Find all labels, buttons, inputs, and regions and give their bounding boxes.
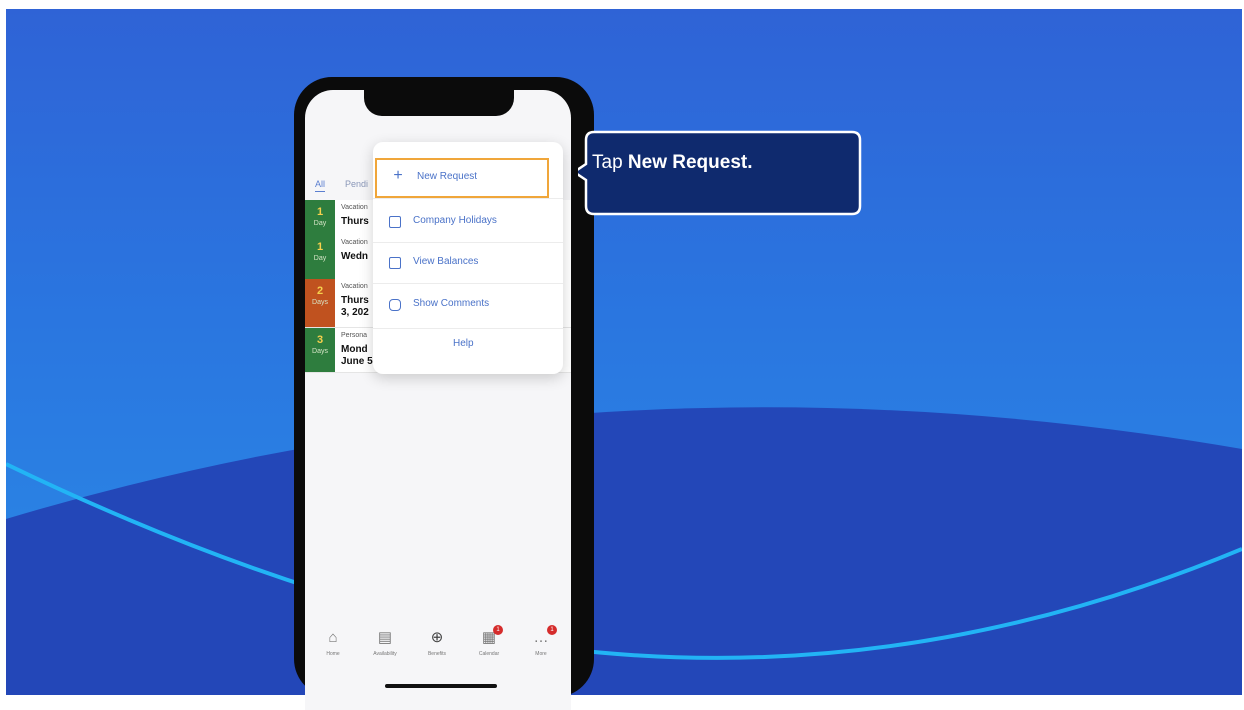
home-indicator: [385, 684, 497, 688]
menu-divider: [373, 198, 563, 199]
request-type: Vacation: [341, 239, 368, 246]
benefits-icon: ⊕: [430, 629, 444, 646]
phone-frame: Time Away ○○○ All Pendi 1 Day Vacation T…: [294, 77, 594, 710]
duration-badge: 3 Days: [305, 328, 335, 372]
duration-count: 1: [316, 241, 324, 253]
menu-item-label: Help: [453, 338, 474, 349]
plus-icon: +: [393, 167, 403, 184]
duration-count: 2: [316, 285, 324, 297]
duration-unit: Days: [312, 348, 328, 355]
request-type: Vacation: [341, 204, 368, 211]
notification-badge: 1: [547, 625, 557, 635]
help-menu-item[interactable]: Help: [373, 325, 563, 365]
duration-count: 1: [316, 206, 324, 218]
duration-unit: Day: [313, 220, 327, 227]
tab-availability[interactable]: ▤ Availability: [363, 628, 407, 657]
background-wave-dark: [6, 407, 1242, 695]
company-holidays-menu-item[interactable]: Company Holidays: [373, 202, 563, 242]
duration-unit: Days: [312, 299, 328, 306]
menu-divider: [373, 283, 563, 284]
duration-count: 3: [316, 334, 324, 346]
comment-icon: [389, 299, 401, 311]
notification-badge: 1: [493, 625, 503, 635]
tutorial-stage: [6, 9, 1242, 695]
callout-emphasis: New Request.: [627, 152, 753, 173]
phone-screen: Time Away ○○○ All Pendi 1 Day Vacation T…: [305, 90, 571, 710]
tab-label: Home: [326, 651, 340, 657]
request-type: Vacation: [341, 283, 368, 290]
tab-all[interactable]: All: [315, 179, 326, 192]
request-type: Persona: [341, 332, 368, 339]
tab-label: Calendar: [478, 651, 500, 657]
tab-label: Availability: [373, 651, 397, 657]
tab-home[interactable]: ⌂ Home: [311, 628, 355, 657]
actions-dropdown-menu: + New Request Company Holidays View Bala…: [373, 142, 563, 374]
tab-more[interactable]: … 1 More: [519, 625, 563, 657]
view-balances-menu-item[interactable]: View Balances: [373, 243, 563, 283]
menu-item-label: Company Holidays: [413, 215, 497, 226]
duration-unit: Day: [313, 255, 327, 262]
callout-text: Tap New Request.: [592, 152, 852, 174]
bottom-tab-bar: ⌂ Home ▤ Availability ⊕ Benefits ▦ 1 Cal…: [305, 625, 571, 674]
tab-label: More: [535, 651, 547, 657]
availability-icon: ▤: [377, 629, 393, 646]
tab-label: Benefits: [427, 651, 447, 657]
menu-item-label: New Request: [417, 171, 478, 182]
home-icon: ⌂: [328, 629, 338, 646]
calendar-icon: [389, 216, 401, 228]
background-waves: [6, 407, 1242, 695]
duration-badge: 2 Days: [305, 279, 335, 327]
calendar-icon: ▦: [481, 629, 497, 646]
duration-badge: 1 Day: [305, 235, 335, 279]
phone-notch: [364, 90, 514, 116]
tab-pending[interactable]: Pendi: [345, 179, 368, 189]
tab-benefits[interactable]: ⊕ Benefits: [415, 628, 459, 657]
menu-item-label: Show Comments: [413, 298, 490, 309]
menu-item-label: View Balances: [413, 256, 479, 267]
show-comments-menu-item[interactable]: Show Comments: [373, 285, 563, 325]
list-icon: [389, 257, 401, 269]
tab-calendar[interactable]: ▦ 1 Calendar: [467, 625, 511, 657]
callout-prefix: Tap: [592, 152, 628, 173]
new-request-menu-item[interactable]: + New Request: [375, 158, 549, 198]
